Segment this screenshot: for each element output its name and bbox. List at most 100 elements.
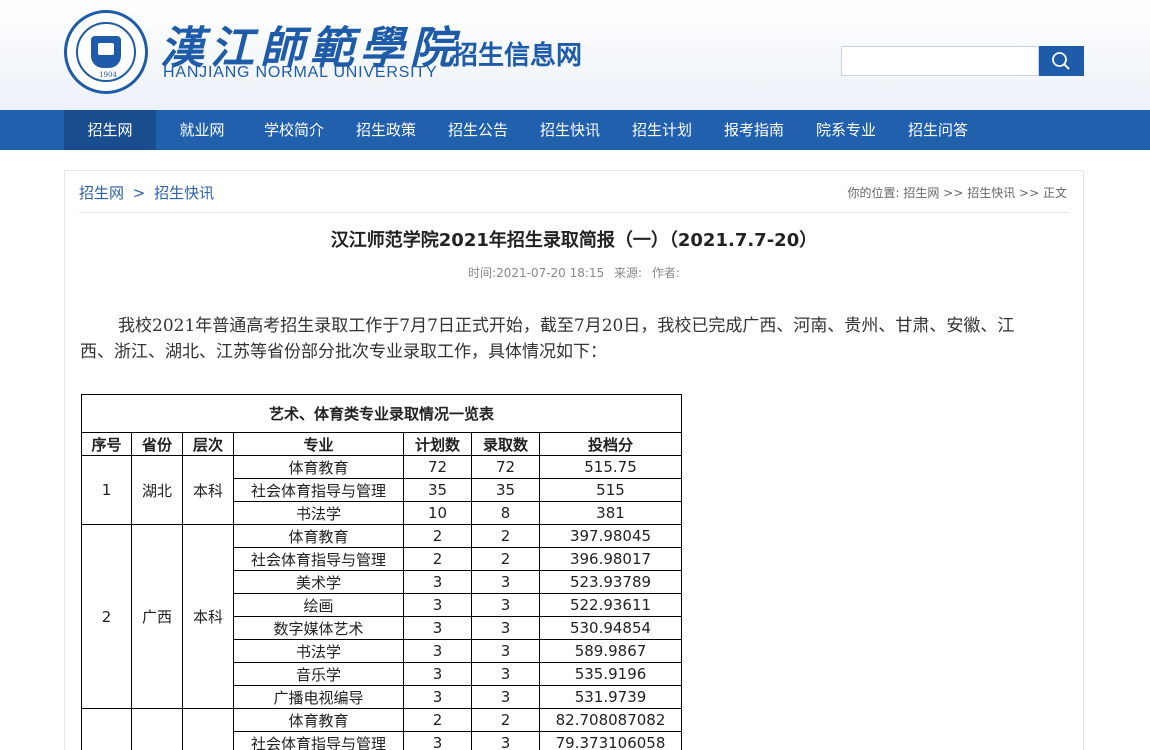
cell-plan: 72 <box>403 455 472 479</box>
site-name[interactable]: 招生信息网 <box>452 35 582 72</box>
seal-emblem <box>91 36 121 68</box>
cell-score: 381 <box>539 501 682 525</box>
cell-score: 397.98045 <box>539 524 682 548</box>
article-time: 时间:2021-07-20 18:15 <box>468 266 605 280</box>
nav-item-policy[interactable]: 招生政策 <box>340 110 432 150</box>
cell-major: 绘画 <box>233 593 404 617</box>
cell-score: 531.9739 <box>539 685 682 709</box>
cell-level: 本科 <box>182 455 234 525</box>
nav-item-plan[interactable]: 招生计划 <box>616 110 708 150</box>
cell-level <box>182 708 234 750</box>
cell-plan: 3 <box>403 570 472 594</box>
cell-score: 535.9196 <box>539 662 682 686</box>
cell-admit: 2 <box>471 524 540 548</box>
nav-item-news[interactable]: 招生快讯 <box>524 110 616 150</box>
article-author: 作者: <box>651 266 680 280</box>
cell-plan: 3 <box>403 731 472 750</box>
breadcrumb: 招生网 > 招生快讯 <box>79 182 214 203</box>
search-button[interactable] <box>1039 46 1084 76</box>
cell-admit: 3 <box>471 685 540 709</box>
brand-english[interactable]: HANJIANG NORMAL UNIVERSITY <box>163 64 437 82</box>
location-breadcrumb: 你的位置: 招生网 >> 招生快讯 >> 正文 <box>848 184 1067 201</box>
nav-item-faq[interactable]: 招生问答 <box>892 110 984 150</box>
cell-major: 体育教育 <box>233 455 404 479</box>
breadcrumb-section[interactable]: 招生快讯 <box>154 182 214 203</box>
cell-no: 2 <box>81 524 132 709</box>
cell-province <box>131 708 183 750</box>
cell-admit: 72 <box>471 455 540 479</box>
cell-admit: 3 <box>471 616 540 640</box>
cell-admit: 3 <box>471 731 540 750</box>
seal-year: 1904 <box>99 71 117 79</box>
university-seal-icon[interactable]: 1904 <box>64 10 148 94</box>
cell-plan: 3 <box>403 616 472 640</box>
table-row: 体育教育 2 2 82.708087082 <box>81 708 682 750</box>
table-caption: 艺术、体育类专业录取情况一览表 <box>81 394 682 433</box>
cell-score: 515.75 <box>539 455 682 479</box>
article-meta: 时间:2021-07-20 18:15 来源: 作者: <box>65 264 1083 281</box>
cell-plan: 3 <box>403 685 472 709</box>
nav-item-employment[interactable]: 就业网 <box>156 110 248 150</box>
cell-plan: 35 <box>403 478 472 502</box>
table-header: 计划数 <box>403 432 472 456</box>
cell-major: 社会体育指导与管理 <box>233 547 404 571</box>
seal-inner: 1904 <box>76 22 136 82</box>
cell-plan: 3 <box>403 593 472 617</box>
table-header: 省份 <box>131 432 183 456</box>
cell-score: 589.9867 <box>539 639 682 663</box>
nav-item-majors[interactable]: 院系专业 <box>800 110 892 150</box>
cell-score: 530.94854 <box>539 616 682 640</box>
nav-item-about[interactable]: 学校简介 <box>248 110 340 150</box>
cell-admit: 2 <box>471 547 540 571</box>
cell-plan: 3 <box>403 662 472 686</box>
table-row: 1 湖北 本科 体育教育 72 72 515.75 <box>81 455 682 525</box>
table-header: 录取数 <box>471 432 540 456</box>
cell-plan: 2 <box>403 524 472 548</box>
table-header: 投档分 <box>539 432 682 456</box>
search-icon <box>1052 52 1070 70</box>
cell-plan: 3 <box>403 639 472 663</box>
location-section[interactable]: 招生快讯 <box>967 186 1015 200</box>
cell-level: 本科 <box>182 524 234 709</box>
cell-major: 书法学 <box>233 501 404 525</box>
nav-item-home[interactable]: 招生网 <box>64 110 156 150</box>
cell-plan: 2 <box>403 708 472 732</box>
cell-score: 79.373106058 <box>539 731 682 750</box>
cell-major: 社会体育指导与管理 <box>233 478 404 502</box>
table-header: 层次 <box>182 432 234 456</box>
cell-admit: 8 <box>471 501 540 525</box>
cell-admit: 3 <box>471 639 540 663</box>
cell-score: 396.98017 <box>539 547 682 571</box>
cell-score: 523.93789 <box>539 570 682 594</box>
cell-admit: 2 <box>471 708 540 732</box>
cell-plan: 10 <box>403 501 472 525</box>
table-header: 专业 <box>233 432 404 456</box>
main-nav: 招生网 就业网 学校简介 招生政策 招生公告 招生快讯 招生计划 报考指南 院系… <box>0 110 1150 150</box>
nav-item-guide[interactable]: 报考指南 <box>708 110 800 150</box>
location-prefix: 你的位置: <box>847 186 900 200</box>
cell-province: 湖北 <box>131 455 183 525</box>
nav-item-notice[interactable]: 招生公告 <box>432 110 524 150</box>
cell-score: 522.93611 <box>539 593 682 617</box>
cell-score: 515 <box>539 478 682 502</box>
table-row: 2 广西 本科 体育教育 2 2 397.98045 <box>81 524 682 709</box>
cell-admit: 35 <box>471 478 540 502</box>
cell-major: 体育教育 <box>233 524 404 548</box>
cell-major: 美术学 <box>233 570 404 594</box>
divider <box>79 212 1069 213</box>
article-title: 汉江师范学院2021年招生录取简报（一）（2021.7.7-20） <box>330 230 818 251</box>
cell-major: 音乐学 <box>233 662 404 686</box>
location-home[interactable]: 招生网 <box>903 186 939 200</box>
article-container: 招生网 > 招生快讯 你的位置: 招生网 >> 招生快讯 >> 正文 汉江师范学… <box>64 170 1084 750</box>
cell-no <box>81 708 132 750</box>
cell-admit: 3 <box>471 570 540 594</box>
location-current: 正文 <box>1042 186 1067 200</box>
location-separator: >> <box>943 186 964 200</box>
search-input[interactable] <box>841 46 1039 76</box>
location-separator: >> <box>1019 186 1040 200</box>
cell-score: 82.708087082 <box>539 708 682 732</box>
cell-major: 广播电视编导 <box>233 685 404 709</box>
cell-plan: 2 <box>403 547 472 571</box>
breadcrumb-separator: > <box>132 184 146 202</box>
breadcrumb-home[interactable]: 招生网 <box>79 182 124 203</box>
